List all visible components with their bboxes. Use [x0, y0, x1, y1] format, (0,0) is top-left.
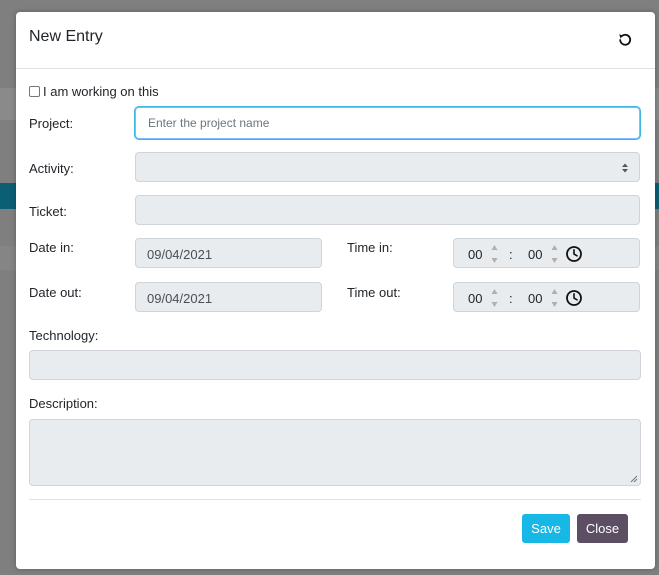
working-checkbox[interactable] — [29, 86, 40, 97]
save-button[interactable]: Save — [522, 514, 570, 543]
date-out-input[interactable]: 09/04/2021 — [135, 282, 322, 312]
technology-label: Technology: — [29, 328, 99, 343]
time-in-minutes[interactable]: 00 — [528, 247, 542, 262]
time-in-hours[interactable]: 00 — [468, 247, 482, 262]
select-caret-icon — [622, 163, 628, 173]
modal-header: New Entry — [16, 12, 655, 69]
minutes-spinner-icon[interactable] — [551, 288, 558, 308]
technology-input[interactable] — [29, 350, 641, 380]
footer-divider — [29, 499, 641, 500]
modal-title: New Entry — [29, 28, 103, 45]
time-out-label: Time out: — [347, 285, 401, 300]
time-out-minutes[interactable]: 00 — [528, 291, 542, 306]
time-in-picker[interactable]: 00 : 00 — [453, 238, 640, 268]
clock-icon[interactable] — [565, 289, 583, 307]
time-in-label: Time in: — [347, 240, 393, 255]
time-out-hours[interactable]: 00 — [468, 291, 482, 306]
time-out-picker[interactable]: 00 : 00 — [453, 282, 640, 312]
date-in-label: Date in: — [29, 240, 74, 255]
reset-button[interactable] — [614, 29, 636, 51]
date-in-input[interactable]: 09/04/2021 — [135, 238, 322, 268]
date-in-value: 09/04/2021 — [147, 247, 213, 262]
new-entry-modal: New Entry I am working on this Project: … — [16, 12, 655, 569]
description-textarea[interactable] — [29, 419, 641, 486]
clock-icon[interactable] — [565, 245, 583, 263]
description-label: Description: — [29, 396, 98, 411]
ticket-input[interactable] — [135, 195, 640, 225]
time-out-separator: : — [509, 291, 513, 306]
ticket-label: Ticket: — [29, 204, 67, 219]
date-out-label: Date out: — [29, 285, 82, 300]
activity-select[interactable] — [135, 152, 640, 182]
working-checkbox-label[interactable]: I am working on this — [43, 84, 159, 99]
hours-spinner-icon[interactable] — [491, 244, 498, 264]
time-in-separator: : — [509, 247, 513, 262]
resize-handle-icon[interactable] — [630, 475, 638, 483]
close-button[interactable]: Close — [577, 514, 628, 543]
date-out-value: 09/04/2021 — [147, 291, 213, 306]
hours-spinner-icon[interactable] — [491, 288, 498, 308]
project-input[interactable] — [135, 107, 640, 139]
minutes-spinner-icon[interactable] — [551, 244, 558, 264]
project-label: Project: — [29, 116, 74, 131]
undo-icon — [619, 33, 632, 46]
activity-label: Activity: — [29, 161, 74, 176]
